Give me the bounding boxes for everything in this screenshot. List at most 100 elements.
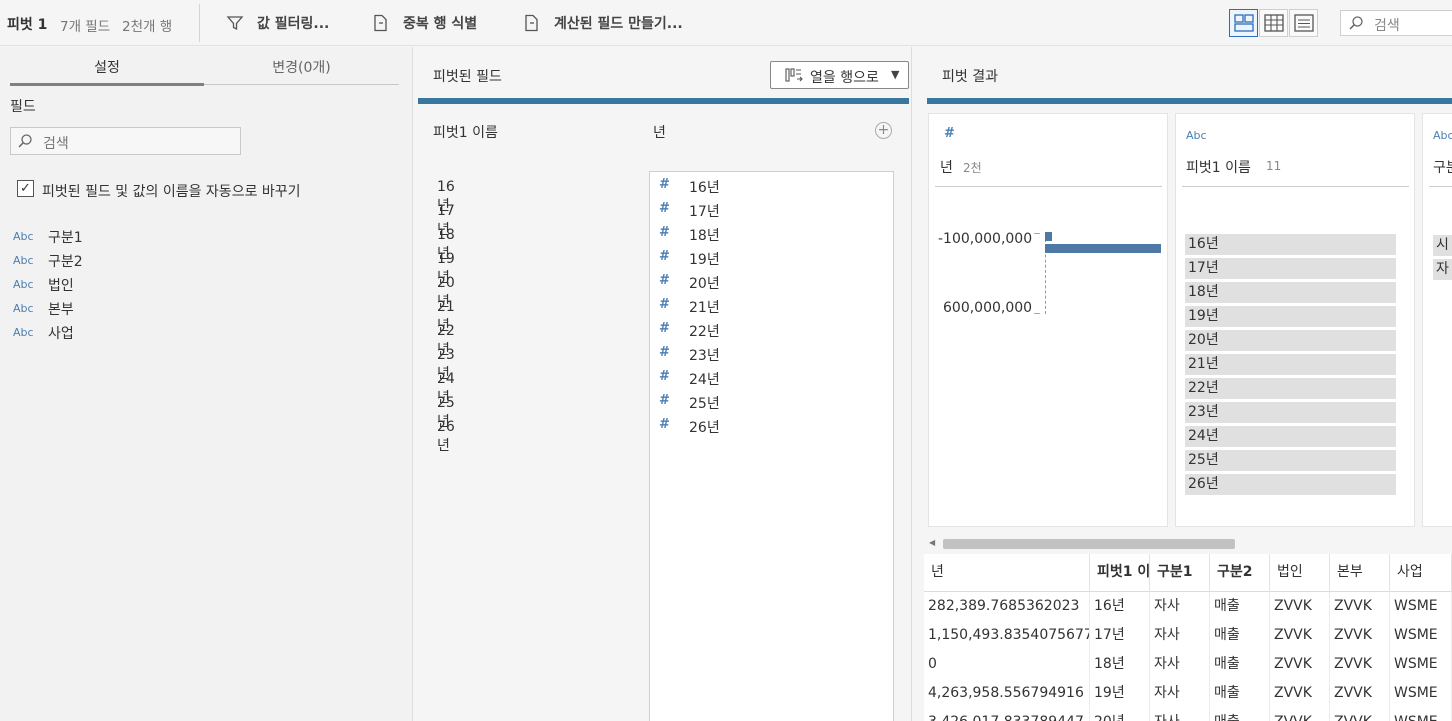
toolbar: 피벗 1 7개 필드 2천개 행 값 필터링... 중복 행 식별 계산된 필드… xyxy=(0,0,1452,46)
field-item[interactable]: Abc 본부 xyxy=(13,299,213,321)
pivot-name-distinct-count: 11 xyxy=(1266,159,1282,173)
table-cell: 자사 xyxy=(1150,708,1210,721)
table-cell: 자사 xyxy=(1150,621,1210,650)
number-type-icon: # xyxy=(659,345,670,360)
table-cell: ZVVK xyxy=(1270,621,1330,650)
column-header[interactable]: 구분1 xyxy=(1150,554,1210,592)
table-row[interactable]: 0 18년 자사 매출 ZVVK ZVVK WSME xyxy=(924,650,1452,679)
string-type-icon: Abc xyxy=(1186,129,1207,142)
auto-rename-checkbox[interactable]: ✓ xyxy=(17,180,34,197)
field-item[interactable]: Abc 구분2 xyxy=(13,251,213,273)
table-row[interactable]: 4,263,958.556794916 19년 자사 매출 ZVVK ZVVK … xyxy=(924,679,1452,708)
search-icon xyxy=(18,134,32,148)
card-divider xyxy=(1182,186,1409,187)
category-profile-card[interactable]: Abc 구분 시 자 xyxy=(1422,113,1452,527)
table-cell: 18년 xyxy=(1090,650,1150,679)
profile-view-icon xyxy=(1233,14,1254,32)
table-cell: 자사 xyxy=(1150,679,1210,708)
value-bar[interactable]: 19년 xyxy=(1185,306,1396,327)
value-bar[interactable]: 23년 xyxy=(1185,402,1396,423)
table-row[interactable]: 282,389.7685362023 16년 자사 매출 ZVVK ZVVK W… xyxy=(924,592,1452,621)
pivot-results-header-bar xyxy=(927,98,1452,104)
field-item[interactable]: Abc 법인 xyxy=(13,275,213,297)
number-type-icon: # xyxy=(659,177,670,192)
columns-to-rows-dropdown[interactable]: 열을 행으로 ▼ xyxy=(770,61,909,89)
field-item[interactable]: Abc 사업 xyxy=(13,323,213,345)
table-cell: ZVVK xyxy=(1330,650,1390,679)
column-header[interactable]: 본부 xyxy=(1330,554,1390,592)
row-count: 2천개 행 xyxy=(122,19,173,35)
value-bar[interactable]: 26년 xyxy=(1185,474,1396,495)
column-header[interactable]: 년 xyxy=(924,554,1090,592)
pivot-names-header: 피벗1 이름 xyxy=(433,125,498,141)
column-header[interactable]: 피벗1 이름 xyxy=(1090,554,1150,592)
value-bar[interactable]: 시 xyxy=(1433,235,1452,256)
list-view-button[interactable] xyxy=(1289,9,1318,37)
table-row[interactable]: 3,426,017.833789447 20년 자사 매출 ZVVK ZVVK … xyxy=(924,708,1452,721)
value-bar[interactable]: 25년 xyxy=(1185,450,1396,471)
year-profile-card[interactable]: # 년 2천 -100,000,000 600,000,000 xyxy=(928,113,1168,527)
profile-view-button[interactable] xyxy=(1229,9,1258,37)
table-cell: ZVVK xyxy=(1270,708,1330,721)
table-cell: 1,150,493.8354075677 xyxy=(924,621,1090,650)
year-header: 년 xyxy=(653,125,666,141)
table-cell: 17년 xyxy=(1090,621,1150,650)
table-cell: 매출 xyxy=(1210,708,1270,721)
axis-label-max: 600,000,000 xyxy=(943,300,1033,316)
toolbar-divider xyxy=(199,4,200,42)
pivot-results-title: 피벗 결과 xyxy=(942,69,998,85)
number-type-icon: # xyxy=(659,369,670,384)
data-grid: 년 피벗1 이름 구분1 구분2 법인 본부 사업 282,389.768536… xyxy=(924,554,1452,721)
value-bar[interactable]: 24년 xyxy=(1185,426,1396,447)
filter-values-label: 값 필터링... xyxy=(257,16,330,32)
value-bar[interactable]: 20년 xyxy=(1185,330,1396,351)
year-label: 26년 xyxy=(689,420,720,436)
value-bar[interactable]: 자 xyxy=(1433,259,1452,280)
table-cell: ZVVK xyxy=(1270,650,1330,679)
field-item[interactable]: Abc 구분1 xyxy=(13,227,213,249)
table-cell: 282,389.7685362023 xyxy=(924,592,1090,621)
pivoted-years-list: #16년 #17년 #18년 #19년 #20년 #21년 #22년 #23년 … xyxy=(649,171,894,721)
table-cell: 20년 xyxy=(1090,708,1150,721)
axis-tick xyxy=(1034,233,1040,234)
pivoted-fields-title: 피벗된 필드 xyxy=(433,69,502,85)
tab-settings[interactable]: 설정 xyxy=(10,57,204,77)
table-cell: 19년 xyxy=(1090,679,1150,708)
field-search-placeholder: 검색 xyxy=(43,136,69,152)
histogram-bar xyxy=(1045,232,1052,241)
settings-panel: 설정 변경(0개) 필드 검색 ✓ 피벗된 필드 및 값의 이름을 자동으로 바… xyxy=(0,47,413,721)
card-divider xyxy=(935,186,1162,187)
value-bar[interactable]: 21년 xyxy=(1185,354,1396,375)
chevron-down-icon: ▼ xyxy=(891,68,900,81)
year-label: 17년 xyxy=(689,204,720,220)
toolbar-search-placeholder: 검색 xyxy=(1374,18,1400,34)
column-header[interactable]: 구분2 xyxy=(1210,554,1270,592)
table-view-button[interactable] xyxy=(1259,9,1288,37)
table-cell: ZVVK xyxy=(1330,708,1390,721)
toolbar-search-input[interactable]: 검색 xyxy=(1340,10,1452,36)
column-header[interactable]: 사업 xyxy=(1390,554,1452,592)
add-column-icon[interactable]: + xyxy=(875,122,892,139)
value-bar[interactable]: 16년 xyxy=(1185,234,1396,255)
field-name: 법인 xyxy=(48,278,74,294)
columns-to-rows-icon xyxy=(785,68,803,82)
number-type-icon: # xyxy=(659,393,670,408)
value-bar[interactable]: 17년 xyxy=(1185,258,1396,279)
value-bar[interactable]: 18년 xyxy=(1185,282,1396,303)
pivot-name-item[interactable]: 26년 xyxy=(437,419,455,455)
list-view-icon xyxy=(1293,14,1314,32)
field-name: 본부 xyxy=(48,302,74,318)
scroll-left-icon[interactable]: ◀ xyxy=(929,538,935,547)
tab-changes[interactable]: 변경(0개) xyxy=(204,57,399,77)
column-header[interactable]: 법인 xyxy=(1270,554,1330,592)
table-row[interactable]: 1,150,493.8354075677 17년 자사 매출 ZVVK ZVVK… xyxy=(924,621,1452,650)
table-cell: ZVVK xyxy=(1270,592,1330,621)
scrollbar-thumb[interactable] xyxy=(943,539,1235,549)
table-cell: ZVVK xyxy=(1330,592,1390,621)
table-cell: WSME xyxy=(1390,708,1452,721)
table-cell: 자사 xyxy=(1150,650,1210,679)
checkmark-icon: ✓ xyxy=(20,181,31,196)
year-label: 19년 xyxy=(689,252,720,268)
value-bar[interactable]: 22년 xyxy=(1185,378,1396,399)
field-search-input[interactable]: 검색 xyxy=(10,127,241,155)
